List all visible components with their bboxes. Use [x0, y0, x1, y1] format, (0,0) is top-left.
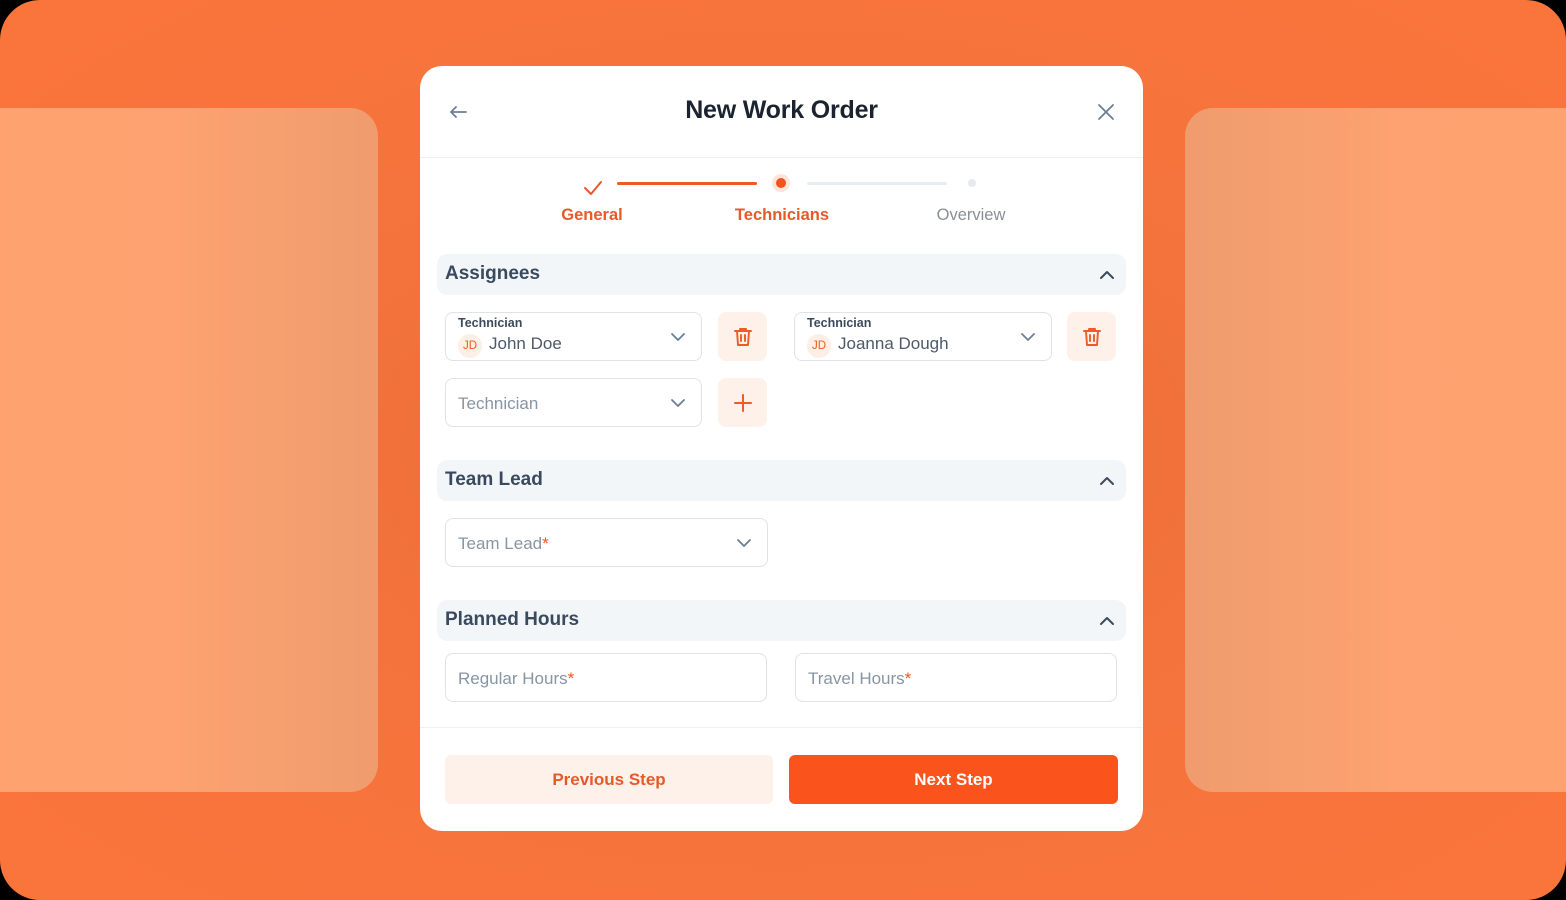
technician-select-2[interactable]: Technician JD Joanna Dough [794, 312, 1052, 361]
new-technician-select[interactable]: Technician [445, 378, 702, 427]
chevron-down-icon [671, 333, 685, 341]
background-panel-left [0, 108, 378, 792]
avatar: JD [458, 334, 482, 358]
chevron-down-icon [671, 399, 685, 407]
trash-icon [733, 327, 752, 346]
step-connector-completed [617, 182, 757, 185]
required-mark: * [542, 534, 549, 553]
background-stage: New Work Order General Technicians Overv… [0, 0, 1566, 900]
modal-header: New Work Order [420, 66, 1143, 158]
regular-hours-input[interactable]: Regular Hours* [445, 653, 767, 702]
assignees-title: Assignees [445, 263, 541, 284]
new-work-order-modal: New Work Order General Technicians Overv… [420, 66, 1143, 831]
travel-hours-input[interactable]: Travel Hours* [795, 653, 1117, 702]
delete-technician-2-button[interactable] [1067, 312, 1116, 361]
required-mark: * [904, 669, 912, 688]
chevron-up-icon [1100, 617, 1114, 625]
checkmark-icon [584, 181, 602, 195]
background-panel-right [1185, 108, 1566, 792]
travel-hours-placeholder: Travel Hours* [808, 669, 911, 689]
technician-label: Technician [458, 316, 523, 330]
chevron-up-icon [1100, 271, 1114, 279]
next-step-button[interactable]: Next Step [789, 755, 1118, 804]
travel-hours-placeholder-text: Travel Hours [808, 669, 905, 688]
planned-hours-section-header[interactable]: Planned Hours [437, 600, 1126, 641]
planned-hours-title: Planned Hours [445, 609, 580, 630]
technician-placeholder: Technician [458, 394, 539, 413]
trash-icon [1082, 327, 1101, 346]
chevron-up-icon [1100, 477, 1114, 485]
footer-divider [420, 727, 1143, 728]
close-icon [1098, 104, 1114, 120]
avatar: JD [807, 334, 831, 358]
chevron-down-icon [1021, 333, 1035, 341]
previous-step-button[interactable]: Previous Step [445, 755, 773, 804]
step-indicator-active [776, 178, 786, 188]
team-lead-title: Team Lead [445, 469, 543, 490]
technician-label: Technician [807, 316, 872, 330]
modal-title: New Work Order [685, 96, 878, 124]
step-technicians[interactable]: Technicians [712, 206, 852, 225]
progress-stepper: General Technicians Overview [420, 158, 1143, 238]
step-general[interactable]: General [522, 206, 662, 225]
team-lead-select[interactable]: Team Lead* [445, 518, 768, 567]
close-button[interactable] [1092, 98, 1120, 126]
regular-hours-placeholder: Regular Hours* [458, 669, 574, 689]
add-technician-button[interactable] [718, 378, 767, 427]
team-lead-placeholder-text: Team Lead [458, 534, 543, 553]
assignees-section-header[interactable]: Assignees [437, 254, 1126, 295]
chevron-down-icon [737, 539, 751, 547]
team-lead-placeholder: Team Lead* [458, 534, 549, 554]
required-mark: * [567, 669, 575, 688]
plus-icon [733, 393, 752, 412]
delete-technician-1-button[interactable] [718, 312, 767, 361]
technician-name: Joanna Dough [838, 334, 949, 353]
regular-hours-placeholder-text: Regular Hours [458, 669, 568, 688]
team-lead-section-header[interactable]: Team Lead [437, 460, 1126, 501]
technician-select-1[interactable]: Technician JD John Doe [445, 312, 702, 361]
step-connector-pending [807, 182, 947, 185]
step-overview[interactable]: Overview [901, 206, 1041, 225]
step-indicator-pending [968, 179, 976, 187]
technician-name: John Doe [489, 334, 562, 353]
